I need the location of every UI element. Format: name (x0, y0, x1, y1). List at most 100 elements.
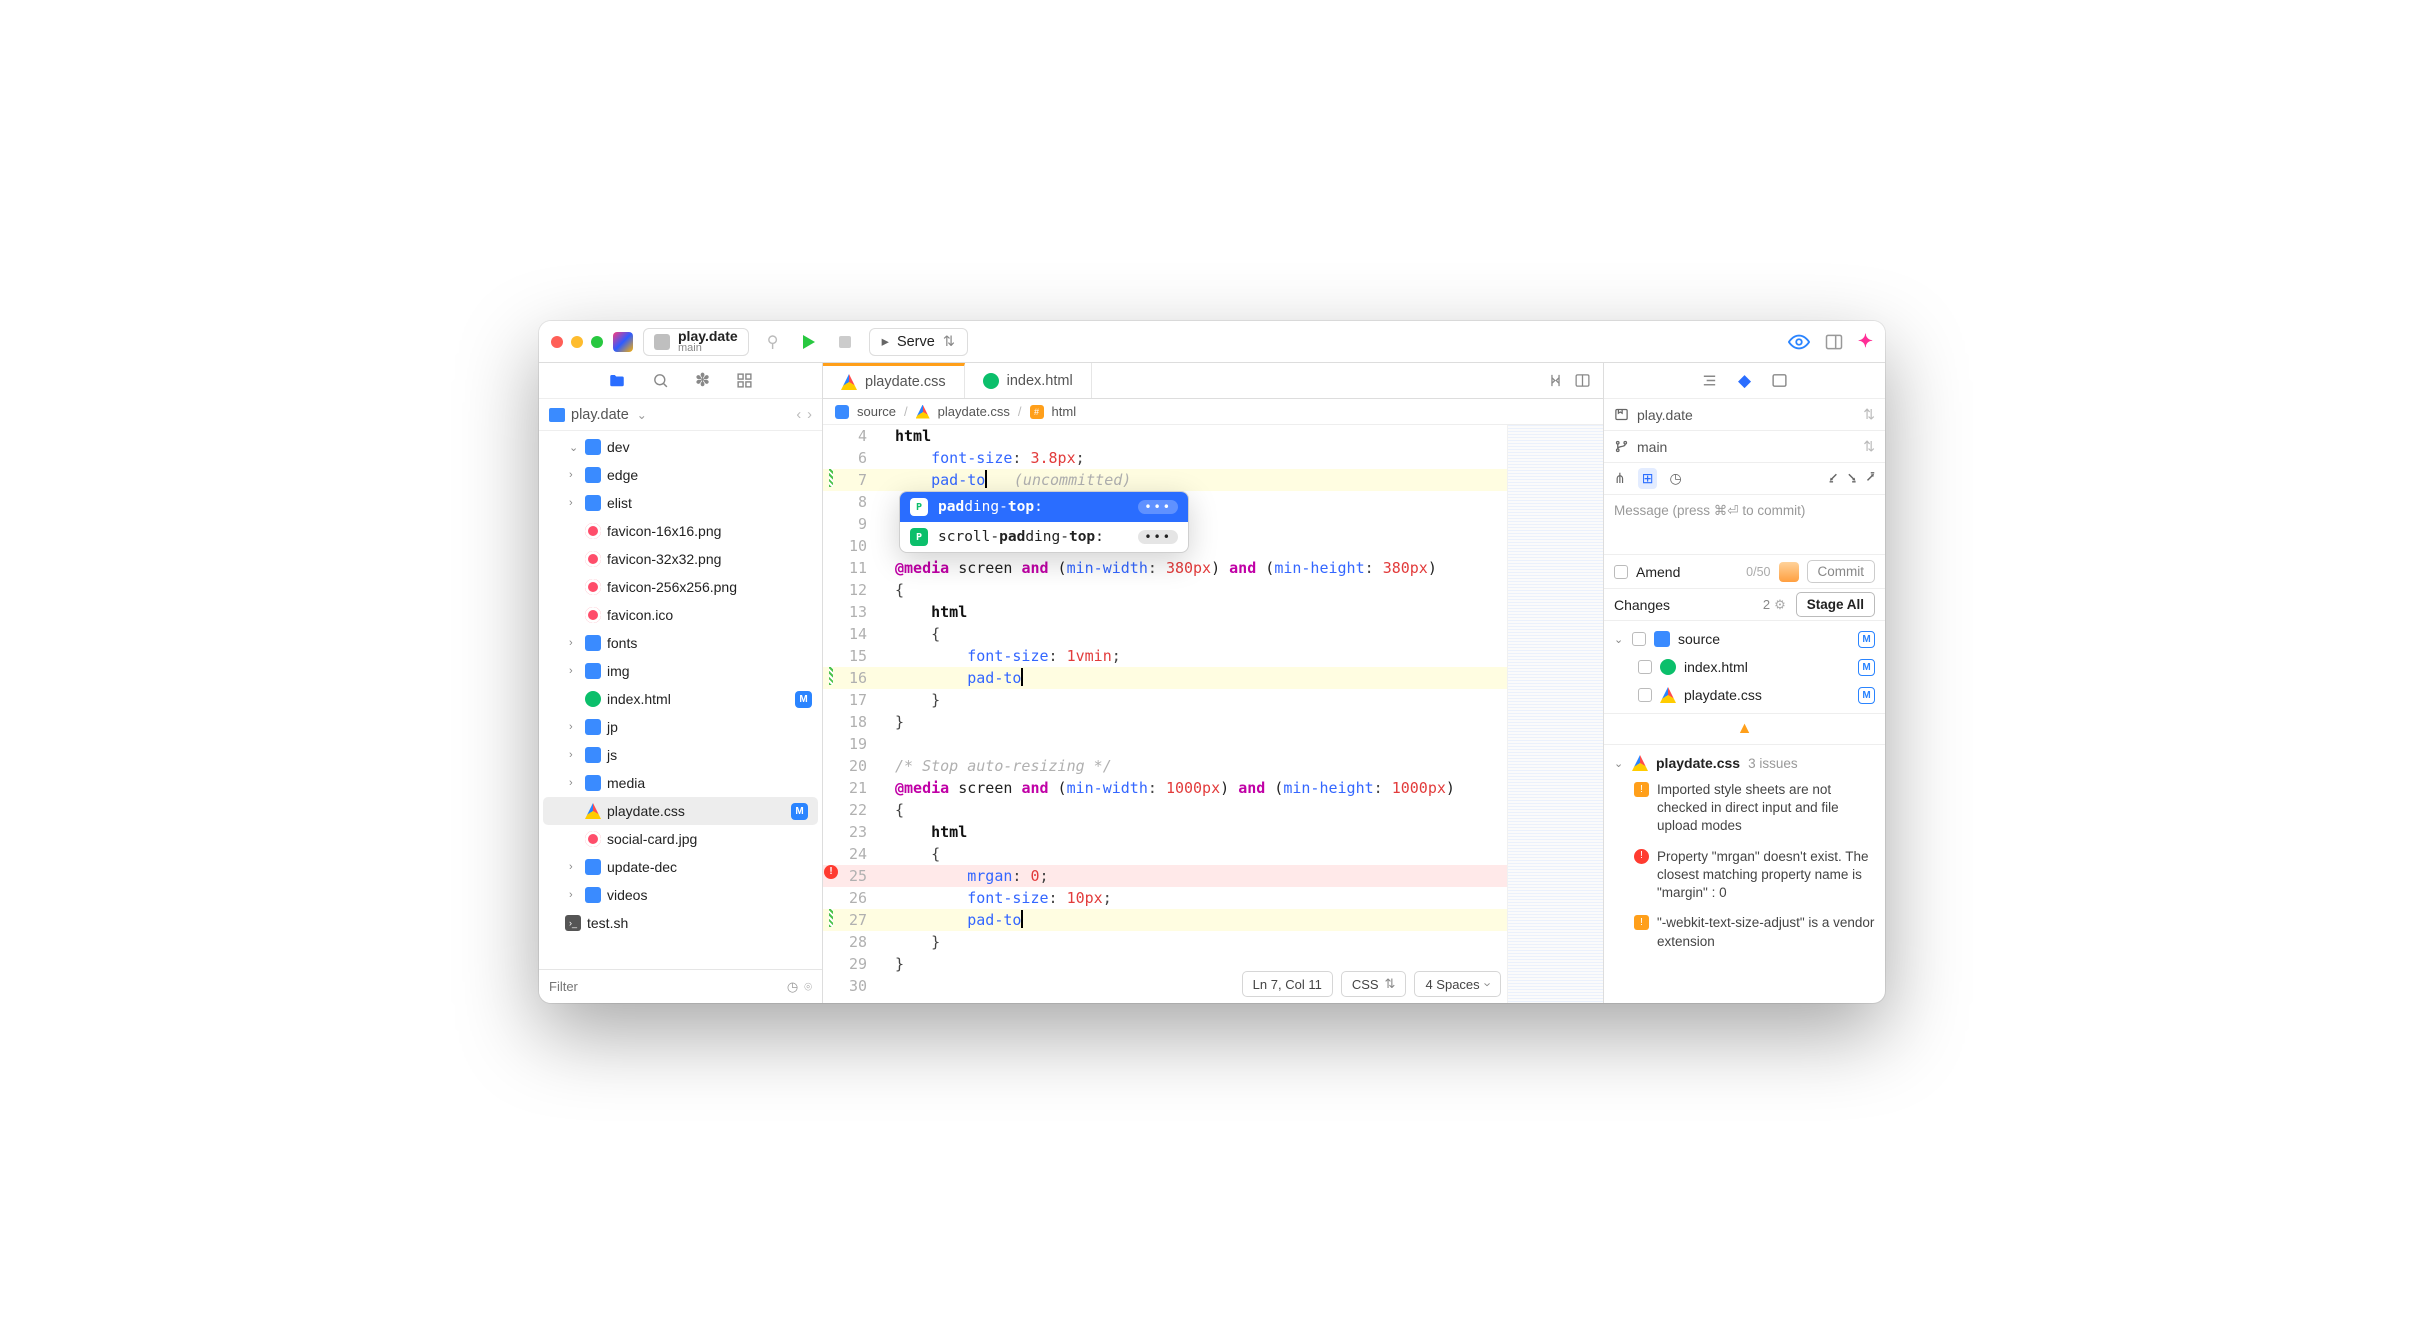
code-line[interactable]: 12{ (823, 579, 1507, 601)
change-row[interactable]: ⌄sourceM (1604, 625, 1885, 653)
repo-row[interactable]: play.date ⇅ (1604, 399, 1885, 431)
commit-button[interactable]: Commit (1807, 560, 1876, 583)
stage-checkbox[interactable] (1632, 632, 1646, 646)
indent-picker[interactable]: 4 Spaces› (1414, 971, 1501, 997)
sidebar-breadcrumb[interactable]: play.date ⌄ ‹ › (539, 399, 822, 431)
language-picker[interactable]: CSS⇅ (1341, 971, 1407, 997)
code-line[interactable]: 19 (823, 733, 1507, 755)
change-row[interactable]: playdate.cssM (1604, 681, 1885, 709)
issue-row[interactable]: !"-webkit-text-size-adjust" is a vendor … (1604, 908, 1885, 956)
code-line[interactable]: 21@media screen and (min-width: 1000px) … (823, 777, 1507, 799)
minimize-window[interactable] (571, 336, 583, 348)
settings-icon[interactable]: ⌾ (804, 979, 812, 995)
tree-row[interactable]: ›img (539, 657, 822, 685)
filter-changes-icon[interactable]: ⚙ (1774, 597, 1786, 613)
tree-row[interactable]: ›edge (539, 461, 822, 489)
close-window[interactable] (551, 336, 563, 348)
tree-row[interactable]: favicon-256x256.png (539, 573, 822, 601)
code-line[interactable]: 23 html (823, 821, 1507, 843)
avatar[interactable] (1779, 562, 1799, 582)
zoom-window[interactable] (591, 336, 603, 348)
autocomplete-item[interactable]: Ppadding-top:••• (900, 492, 1188, 522)
stash-icon[interactable]: ◷ (1669, 470, 1681, 487)
stage-checkbox[interactable] (1638, 688, 1652, 702)
issues-indicator[interactable]: ▲ (1604, 714, 1885, 745)
tree-row[interactable]: ›jp (539, 713, 822, 741)
code-line[interactable]: 24 { (823, 843, 1507, 865)
add-icon[interactable]: ✦ (1858, 331, 1873, 352)
code-line[interactable]: 17 } (823, 689, 1507, 711)
issues-header[interactable]: ⌄ playdate.css 3 issues (1604, 751, 1885, 775)
code-line[interactable]: 26 font-size: 10px; (823, 887, 1507, 909)
code-line[interactable]: 28 } (823, 931, 1507, 953)
clock-icon[interactable]: ◷ (787, 979, 798, 995)
file-tree[interactable]: ⌄dev›edge›elistfavicon-16x16.pngfavicon-… (539, 431, 822, 969)
tree-row[interactable]: favicon.ico (539, 601, 822, 629)
tree-row[interactable]: social-card.jpg (539, 825, 822, 853)
stage-icon[interactable]: ⊞ (1638, 468, 1658, 489)
minimap[interactable] (1507, 425, 1603, 1003)
tree-row[interactable]: playdate.cssM (543, 797, 818, 825)
tree-row[interactable]: favicon-16x16.png (539, 517, 822, 545)
grid-icon[interactable] (736, 372, 753, 389)
tree-row[interactable]: ›media (539, 769, 822, 797)
tree-row[interactable]: ›fonts (539, 629, 822, 657)
terminal-icon[interactable] (1771, 372, 1788, 389)
code-line[interactable]: 6 font-size: 3.8px; (823, 447, 1507, 469)
autocomplete-popup[interactable]: Ppadding-top:•••Pscroll-padding-top:••• (899, 491, 1189, 553)
filter-input[interactable] (549, 979, 787, 994)
code-line[interactable]: 20/* Stop auto-resizing */ (823, 755, 1507, 777)
push-icon[interactable]: ⭷ (1866, 467, 1875, 491)
code-line[interactable]: 22{ (823, 799, 1507, 821)
git-icon[interactable]: ◆ (1738, 371, 1751, 391)
branch-row[interactable]: main ⇅ (1604, 431, 1885, 463)
autocomplete-item[interactable]: Pscroll-padding-top:••• (900, 522, 1188, 552)
editor-breadcrumb[interactable]: source/playdate.css/#html (823, 399, 1603, 425)
tree-row[interactable]: index.htmlM (539, 685, 822, 713)
stage-checkbox[interactable] (1638, 660, 1652, 674)
forward-icon[interactable]: › (807, 407, 812, 423)
change-row[interactable]: index.htmlM (1604, 653, 1885, 681)
diff-icon[interactable] (1547, 372, 1564, 389)
code-line[interactable]: 18} (823, 711, 1507, 733)
run-button[interactable] (795, 328, 823, 356)
search-icon[interactable] (652, 372, 669, 389)
code-line[interactable]: 27 pad-to (823, 909, 1507, 931)
tree-row[interactable]: ›videos (539, 881, 822, 909)
files-icon[interactable] (608, 372, 626, 390)
pin-button[interactable]: ⚲ (759, 328, 787, 356)
back-icon[interactable]: ‹ (796, 407, 801, 423)
editor-tab[interactable]: playdate.css (823, 363, 965, 398)
tree-row[interactable]: ›_test.sh (539, 909, 822, 937)
preview-icon[interactable] (1788, 331, 1810, 353)
code-line[interactable]: 16 pad-to (823, 667, 1507, 689)
commit-message[interactable]: Message (press ⌘⏎ to commit) (1604, 495, 1885, 555)
tree-row[interactable]: ›js (539, 741, 822, 769)
tree-row[interactable]: ›update-dec (539, 853, 822, 881)
serve-picker[interactable]: ▸ Serve ⇅ (869, 328, 968, 356)
stop-button[interactable] (831, 328, 859, 356)
amend-checkbox[interactable] (1614, 565, 1628, 579)
stage-all-button[interactable]: Stage All (1796, 592, 1875, 617)
code-area[interactable]: 4html6 font-size: 3.8px;7 pad-to (uncomm… (823, 425, 1507, 1003)
code-line[interactable]: 4html (823, 425, 1507, 447)
tree-row[interactable]: favicon-32x32.png (539, 545, 822, 573)
code-line[interactable]: 14 { (823, 623, 1507, 645)
editor-tab[interactable]: index.html (965, 363, 1092, 398)
cursor-position[interactable]: Ln 7, Col 11 (1242, 971, 1333, 997)
split-icon[interactable] (1574, 372, 1591, 389)
snippets-icon[interactable]: ✽ (695, 370, 710, 391)
graph-icon[interactable]: ⋔ (1614, 470, 1626, 487)
pull-icon[interactable]: ⭹ (1829, 467, 1838, 491)
code-line[interactable]: !25 mrgan: 0; (823, 865, 1507, 887)
code-line[interactable]: 11@media screen and (min-width: 380px) a… (823, 557, 1507, 579)
code-line[interactable]: 7 pad-to (uncommitted) (823, 469, 1507, 491)
project-picker[interactable]: play.date main (643, 328, 749, 356)
code-line[interactable]: 13 html (823, 601, 1507, 623)
code-line[interactable]: 15 font-size: 1vmin; (823, 645, 1507, 667)
issue-row[interactable]: !Property "mrgan" doesn't exist. The clo… (1604, 842, 1885, 909)
tree-row[interactable]: ›elist (539, 489, 822, 517)
align-icon[interactable] (1701, 372, 1718, 389)
tree-row[interactable]: ⌄dev (539, 433, 822, 461)
fetch-icon[interactable]: ⭸ (1848, 467, 1857, 491)
